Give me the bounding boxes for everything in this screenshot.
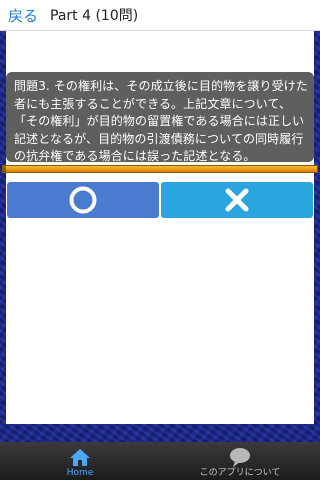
nav-about-label: このアプリについて bbox=[199, 468, 281, 478]
progress-bar bbox=[2, 165, 318, 173]
nav-about[interactable]: このアプリについて bbox=[160, 442, 320, 480]
header-bar: 戻る Part 4 (10問) bbox=[0, 0, 320, 31]
back-link[interactable]: 戻る bbox=[8, 5, 38, 26]
circle-icon bbox=[69, 186, 97, 214]
question-text: 問題3. その権利は、その成立後に目的物を譲り受けた者にも主張することができる。… bbox=[14, 79, 308, 163]
speech-bubble-icon bbox=[230, 448, 250, 467]
cross-icon bbox=[225, 188, 249, 212]
progress-fill bbox=[3, 166, 7, 172]
page-title: Part 4 (10問) bbox=[50, 8, 139, 24]
answer-wrong-button[interactable] bbox=[161, 182, 313, 218]
bottom-nav: Home このアプリについて bbox=[0, 442, 320, 480]
nav-home-label: Home bbox=[66, 468, 94, 478]
nav-home[interactable]: Home bbox=[0, 442, 160, 480]
question-box: 問題3. その権利は、その成立後に目的物を譲り受けた者にも主張することができる。… bbox=[6, 72, 314, 163]
answer-correct-button[interactable] bbox=[7, 182, 159, 218]
home-icon bbox=[70, 449, 90, 466]
